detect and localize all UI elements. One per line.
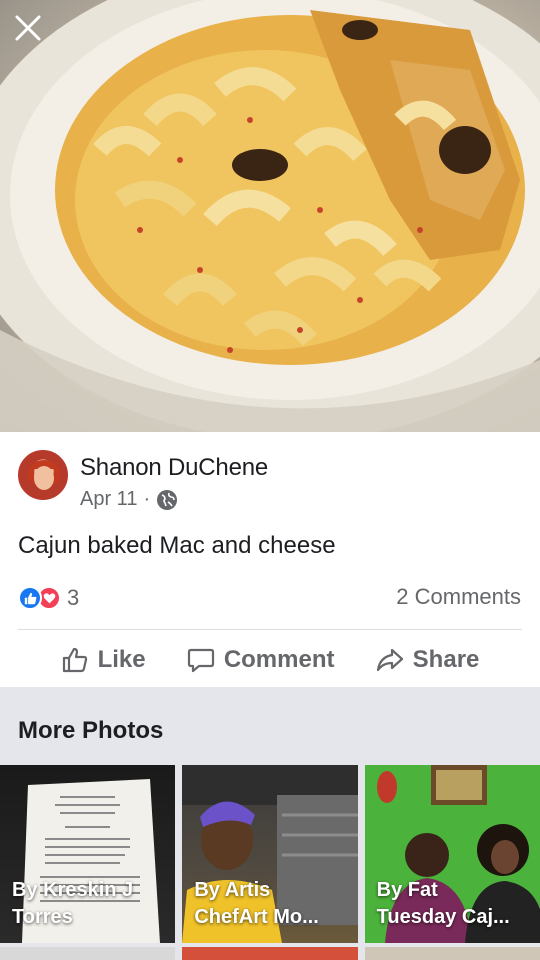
avatar[interactable]	[18, 450, 68, 500]
mac-and-cheese-photo	[0, 0, 540, 432]
more-photos-list: By Kreskin J Torres By Artis ChefArt Mo.…	[0, 765, 540, 943]
photo-thumb-chef[interactable]: By Artis ChefArt Mo...	[182, 765, 358, 943]
photo-thumb-label: By Artis ChefArt Mo...	[194, 879, 319, 928]
meta-separator: ·	[143, 488, 151, 510]
photo-thumb-partial[interactable]	[0, 947, 176, 960]
comment-button[interactable]: Comment	[187, 646, 335, 674]
close-button[interactable]	[14, 14, 50, 50]
share-label: Share	[412, 646, 480, 673]
thumbs-up-icon	[62, 647, 87, 673]
action-bar: Like Comment Share	[0, 637, 540, 683]
comments-count-link[interactable]: 2 Comments	[396, 584, 521, 610]
globe-icon	[157, 489, 178, 510]
photo-thumb-partial[interactable]	[364, 947, 540, 960]
post-details: Shanon DuChene Apr 11 · Cajun baked Mac …	[0, 432, 540, 687]
post-date[interactable]: Apr 11	[80, 488, 137, 511]
post-photo[interactable]	[0, 0, 540, 432]
post-meta: Apr 11 ·	[80, 488, 178, 511]
photo-thumb-partial[interactable]	[182, 947, 358, 960]
more-photos-section: More Photos By Kreskin J Torres By Artis…	[0, 687, 540, 960]
photo-thumb-people[interactable]: By Fat Tuesday Caj...	[364, 765, 540, 943]
share-icon	[376, 648, 403, 672]
divider	[18, 629, 522, 630]
like-label: Like	[97, 646, 146, 673]
comment-icon	[187, 648, 214, 673]
photo-thumb-label: By Fat Tuesday Caj...	[376, 879, 510, 928]
photo-thumb-label: By Kreskin J Torres	[12, 879, 134, 928]
share-button[interactable]: Share	[376, 646, 480, 674]
like-button[interactable]: Like	[61, 646, 146, 674]
author-name[interactable]: Shanon DuChene	[80, 454, 268, 482]
photo-thumb-receipt[interactable]: By Kreskin J Torres	[0, 765, 176, 943]
reaction-count: 3	[67, 585, 80, 610]
close-icon	[15, 15, 41, 41]
post-caption: Cajun baked Mac and cheese	[18, 532, 336, 559]
comment-label: Comment	[223, 646, 335, 673]
more-photos-title: More Photos	[18, 717, 164, 744]
like-reaction-icon	[18, 586, 42, 610]
reactions-summary[interactable]: 3	[18, 585, 79, 611]
next-row-thumbnails	[0, 947, 540, 960]
